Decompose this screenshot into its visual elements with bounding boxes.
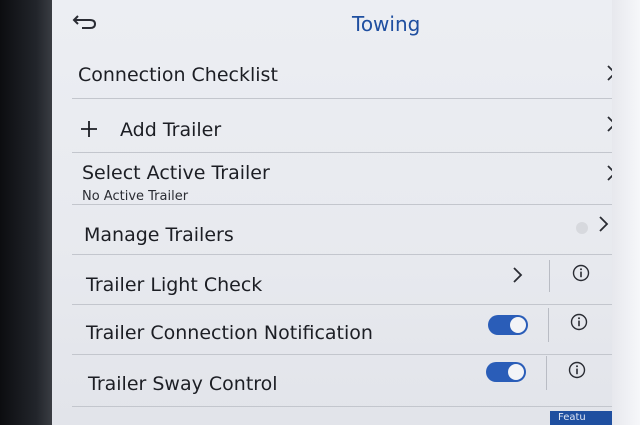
row-trailer-sway-control: Trailer Sway Control <box>72 356 612 407</box>
info-icon[interactable] <box>572 264 590 282</box>
trailer-connection-notification-toggle[interactable] <box>488 315 528 335</box>
chevron-right-icon <box>607 65 612 81</box>
row-add-trailer[interactable]: Add Trailer <box>72 100 612 153</box>
row-divider <box>546 356 547 390</box>
toggle-knob <box>510 317 526 333</box>
row-label: Connection Checklist <box>78 64 278 86</box>
row-divider <box>549 260 550 292</box>
row-manage-trailers[interactable]: Manage Trailers <box>72 206 612 255</box>
towing-screen: Towing Connection Checklist Add Trailer … <box>52 0 612 425</box>
back-arrow-icon <box>72 15 97 29</box>
chevron-right-icon <box>599 216 609 232</box>
row-label: Trailer Connection Notification <box>86 322 373 344</box>
info-icon[interactable] <box>568 361 586 379</box>
row-label: Select Active Trailer <box>82 162 270 184</box>
trailer-sway-control-toggle[interactable] <box>486 362 526 382</box>
row-label: Trailer Sway Control <box>88 373 278 395</box>
chevron-right-icon <box>513 267 523 283</box>
row-label: Trailer Light Check <box>86 274 263 296</box>
info-icon[interactable] <box>570 313 588 331</box>
display-edge-right <box>610 0 640 425</box>
row-label: Add Trailer <box>120 119 222 141</box>
back-button[interactable] <box>72 12 98 30</box>
page-title: Towing <box>352 12 421 36</box>
row-label: Manage Trailers <box>84 224 234 246</box>
row-connection-checklist[interactable]: Connection Checklist <box>72 52 612 99</box>
row-sublabel: No Active Trailer <box>82 189 189 204</box>
features-tab[interactable]: Featu <box>550 411 612 425</box>
decorative-dot <box>576 222 588 234</box>
row-divider <box>548 308 549 342</box>
chevron-right-icon <box>607 165 612 181</box>
row-select-active-trailer[interactable]: Select Active Trailer No Active Trailer <box>72 154 612 205</box>
header: Towing <box>52 0 612 48</box>
display-bezel-left <box>0 0 52 425</box>
row-trailer-light-check[interactable]: Trailer Light Check <box>72 256 612 305</box>
toggle-knob <box>508 364 524 380</box>
row-trailer-connection-notification: Trailer Connection Notification <box>72 306 612 355</box>
chevron-right-icon <box>607 116 612 132</box>
plus-icon <box>81 121 97 137</box>
